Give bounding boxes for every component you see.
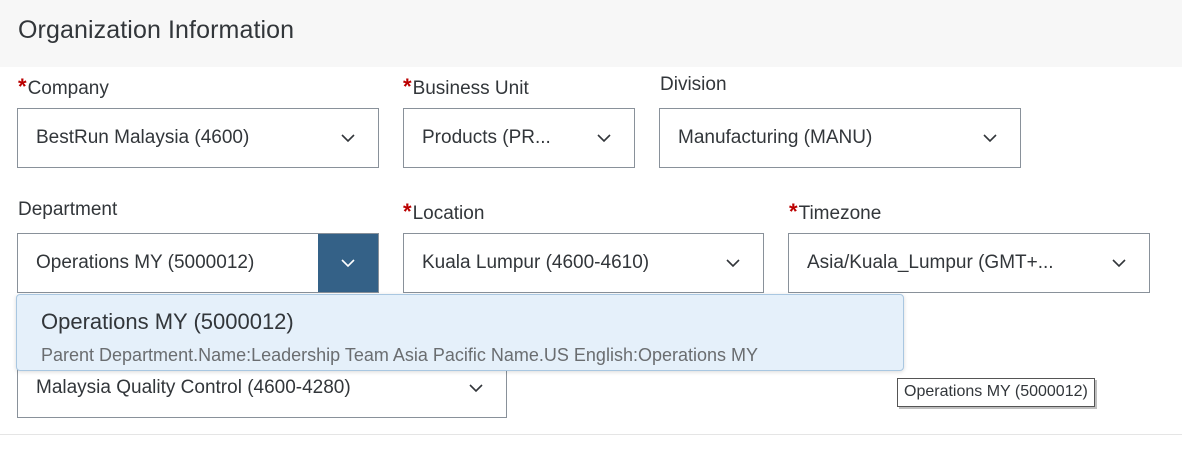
required-marker: *: [789, 199, 798, 224]
location-label: *Location: [403, 199, 485, 224]
section-header: Organization Information: [0, 0, 1182, 67]
department-select[interactable]: Operations MY (5000012): [17, 233, 379, 293]
company-label: *Company: [18, 74, 109, 99]
option-title: Operations MY (5000012): [41, 309, 294, 334]
division-select[interactable]: Manufacturing (MANU): [659, 108, 1021, 168]
tooltip: Operations MY (5000012): [897, 378, 1095, 407]
chevron-down-icon[interactable]: [960, 109, 1020, 167]
cost-center-value: Malaysia Quality Control (4600-4280): [36, 377, 351, 398]
division-value: Manufacturing (MANU): [678, 127, 873, 148]
chevron-down-icon[interactable]: [574, 109, 634, 167]
required-marker: *: [18, 74, 27, 99]
required-marker: *: [403, 74, 412, 99]
chevron-down-icon[interactable]: [1089, 234, 1149, 292]
dropdown-option[interactable]: Operations MY (5000012) Parent Departmen…: [17, 295, 903, 370]
timezone-value: Asia/Kuala_Lumpur (GMT+...: [807, 252, 1054, 273]
business-unit-value: Products (PR...: [422, 127, 551, 148]
chevron-down-icon[interactable]: [703, 234, 763, 292]
chevron-down-icon[interactable]: [318, 234, 378, 292]
department-label: Department: [18, 199, 118, 220]
department-dropdown-list: Operations MY (5000012) Parent Departmen…: [16, 294, 904, 371]
section-title: Organization Information: [18, 16, 295, 44]
timezone-label: *Timezone: [789, 199, 882, 224]
division-label: Division: [660, 74, 727, 95]
section-divider: [0, 434, 1182, 435]
option-subtitle: Parent Department.Name:Leadership Team A…: [41, 345, 759, 365]
required-marker: *: [403, 199, 412, 224]
timezone-select[interactable]: Asia/Kuala_Lumpur (GMT+...: [788, 233, 1150, 293]
location-select[interactable]: Kuala Lumpur (4600-4610): [403, 233, 764, 293]
department-value: Operations MY (5000012): [36, 252, 255, 273]
business-unit-select[interactable]: Products (PR...: [403, 108, 635, 168]
company-select[interactable]: BestRun Malaysia (4600): [17, 108, 379, 168]
business-unit-label: *Business Unit: [403, 74, 529, 99]
chevron-down-icon[interactable]: [318, 109, 378, 167]
location-value: Kuala Lumpur (4600-4610): [422, 252, 650, 273]
company-value: BestRun Malaysia (4600): [36, 127, 250, 148]
